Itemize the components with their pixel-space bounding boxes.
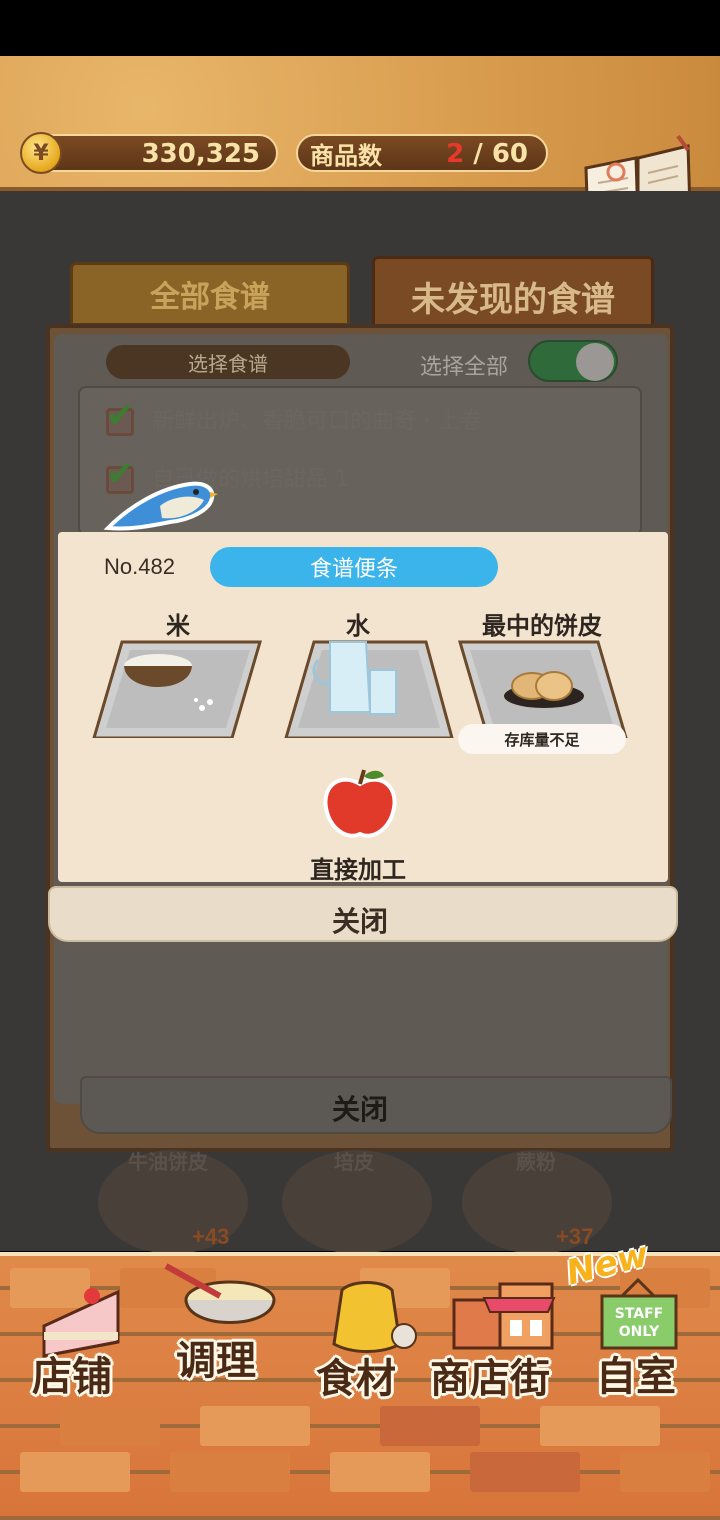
stock-status-badge: 存库量不足 xyxy=(458,724,626,754)
nav-cook[interactable]: 调理 xyxy=(176,1328,256,1386)
select-recipe-label: 选择食谱 xyxy=(106,345,350,379)
toggle-knob xyxy=(576,343,614,381)
checkmark-icon: ✔ xyxy=(106,396,135,436)
material-count: +43 xyxy=(192,1224,230,1249)
nav-ingredients[interactable]: 食材 xyxy=(316,1346,396,1404)
goods-separator: / xyxy=(464,139,492,169)
list-item-label: 新鲜出炉、香脆可口的曲奇・上卷 xyxy=(152,409,483,434)
material-count: +37 xyxy=(556,1224,594,1249)
goods-label: 商品数 xyxy=(310,141,382,170)
select-all-toggle[interactable] xyxy=(528,340,618,382)
recipe-note-title: 食谱便条 xyxy=(210,547,498,587)
checkbox[interactable]: ✔ xyxy=(104,396,138,436)
ingredient-label: 米 xyxy=(166,612,190,640)
list-item[interactable]: ✔ 新鲜出炉、香脆可口的曲奇・上卷 xyxy=(104,396,483,436)
coin-icon: ¥ xyxy=(20,132,62,174)
tab-all-recipes[interactable]: 全部食谱 xyxy=(70,262,350,326)
goods-counter: 商品数 2 / 60 xyxy=(296,134,548,172)
nav-my-room[interactable]: 自室 xyxy=(596,1344,676,1402)
nav-shop[interactable]: 店铺 xyxy=(32,1344,112,1402)
bird-icon xyxy=(103,481,218,531)
select-all-label: 选择全部 xyxy=(420,355,509,380)
coin-counter: ¥ 330,325 xyxy=(20,132,278,174)
apple-icon xyxy=(323,769,397,838)
material-label: 牛油饼皮 xyxy=(128,1152,208,1174)
nav-shopping-street[interactable]: 商店街 xyxy=(430,1346,550,1404)
material-label: 蕨粉 xyxy=(516,1152,556,1174)
goods-current: 2 xyxy=(446,139,465,169)
ingredient-label: 最中的饼皮 xyxy=(482,612,602,640)
ingredient-label: 水 xyxy=(346,612,370,640)
recipe-number: No.482 xyxy=(104,554,175,579)
coin-value: 330,325 xyxy=(141,139,260,169)
rice-bowl-icon[interactable] xyxy=(92,638,262,738)
goods-max: 60 xyxy=(491,139,528,169)
water-pitcher-icon[interactable] xyxy=(284,638,454,738)
svg-text:ONLY: ONLY xyxy=(619,1324,660,1340)
status-bar xyxy=(0,0,720,56)
process-label: 直接加工 xyxy=(310,856,406,884)
goods-count: 2 / 60 xyxy=(446,139,528,169)
panel-close-button[interactable]: 关闭 xyxy=(0,1088,720,1128)
material-label: 培皮 xyxy=(334,1152,374,1174)
note-close-button[interactable]: 关闭 xyxy=(0,900,720,940)
svg-text:STAFF: STAFF xyxy=(615,1306,664,1322)
monaka-wafer-icon[interactable] xyxy=(458,638,628,738)
